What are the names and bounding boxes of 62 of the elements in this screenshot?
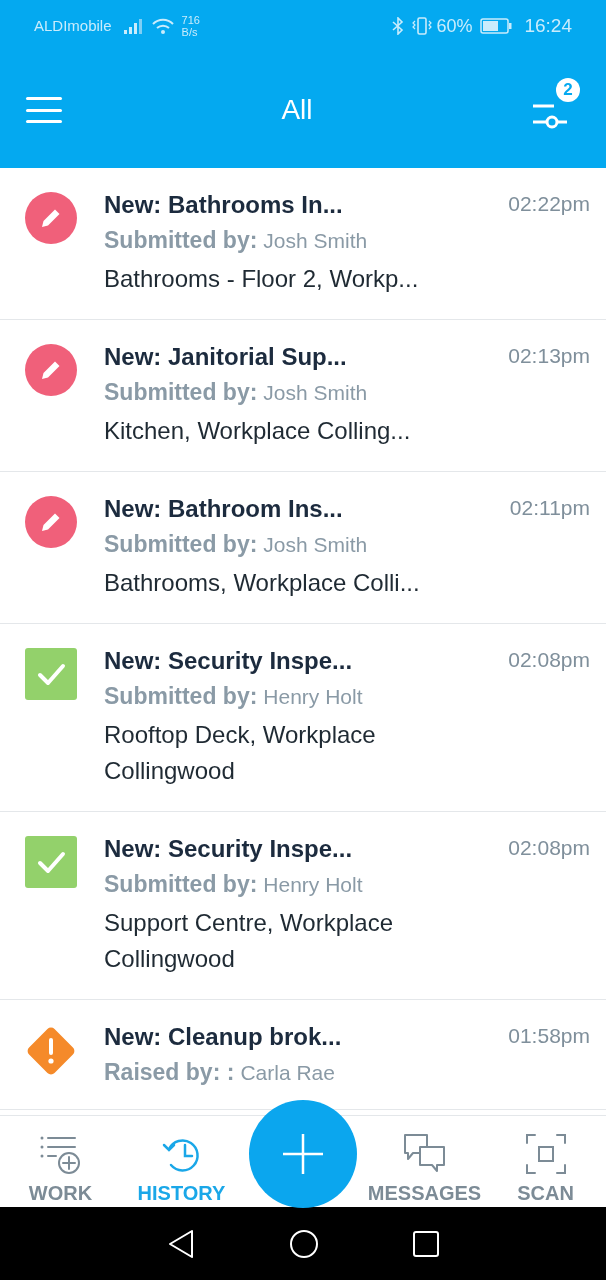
vibrate-icon [412, 17, 433, 35]
clock-time: 16:24 [524, 13, 572, 38]
item-title: New: Bathrooms In... [104, 190, 343, 220]
checkmark-icon [25, 836, 77, 888]
submitter-name: Josh Smith [263, 380, 368, 406]
network-speed: 716 [181, 14, 200, 26]
item-time: 02:11pm [509, 495, 590, 521]
history-item[interactable]: New: Janitorial Sup... 02:13pm Submitted by: Josh Smith Kitchen, Workplace Colling... [0, 320, 606, 472]
history-item[interactable]: New: Bathrooms In... 02:22pm Submitted by: Josh Smith Bathrooms - Floor 2, Workp... [0, 168, 606, 320]
bluetooth-icon [392, 17, 405, 35]
pencil-icon [25, 344, 77, 396]
submitter-name: Josh Smith [263, 532, 368, 558]
nav-tab[interactable]: MESSAGES [364, 1116, 485, 1207]
item-time: 02:22pm [508, 191, 590, 217]
item-title: New: Cleanup brok... [104, 1022, 342, 1052]
item-location: Kitchen, Workplace Colling... [104, 416, 412, 446]
scan-icon [524, 1133, 567, 1175]
item-title: New: Bathroom Ins... [104, 494, 343, 524]
item-time: 02:08pm [508, 647, 590, 673]
history-item[interactable]: New: Security Inspe... 02:08pm Submitted by: Henry Holt Support Centre, Workplace Collingwood [0, 812, 606, 1000]
pencil-icon [25, 496, 77, 548]
item-location: Support Centre, Workplace Collingwood [104, 908, 395, 974]
item-location: Bathrooms - Floor 2, Workp... [104, 264, 420, 294]
submitter-name: Henry Holt [263, 684, 363, 710]
item-location: Rooftop Deck, Workplace Collingwood [104, 720, 377, 786]
pencil-icon [25, 192, 77, 244]
submitter-name: Carla Rae [240, 1060, 335, 1086]
item-title: New: Security Inspe... [104, 834, 353, 864]
signal-icon [123, 18, 144, 34]
filter-count-badge: 2 [556, 78, 580, 102]
list-add-icon [38, 1135, 83, 1175]
speed-unit: B/s [181, 26, 199, 38]
item-title: New: Security Inspe... [104, 646, 353, 676]
submitter-name: Henry Holt [263, 872, 363, 898]
home-icon[interactable] [289, 1228, 319, 1259]
item-time: 02:13pm [508, 343, 590, 369]
submitter-label: Submitted by: [104, 226, 258, 254]
nav-tab[interactable]: WORK [0, 1116, 121, 1207]
checkmark-icon [25, 648, 77, 700]
submitter-label: Submitted by: [104, 682, 258, 710]
nav-tab[interactable]: SCAN [485, 1116, 606, 1207]
history-item[interactable]: New: Bathroom Ins... 02:11pm Submitted by: Josh Smith Bathrooms, Workplace Colli... [0, 472, 606, 624]
item-location: Bathrooms, Workplace Colli... [104, 568, 421, 598]
item-title: New: Janitorial Sup... [104, 342, 347, 372]
submitter-label: Submitted by: [104, 530, 258, 558]
carrier-name: ALDImobile [34, 15, 112, 36]
battery-icon [480, 18, 513, 34]
battery-percent: 60% [436, 14, 473, 38]
chat-bubbles-icon [402, 1133, 447, 1175]
item-time: 01:58pm [508, 1023, 590, 1049]
submitter-name: Josh Smith [263, 228, 368, 254]
menu-icon[interactable] [26, 97, 62, 123]
back-icon[interactable] [167, 1228, 195, 1259]
submitter-label: Submitted by: [104, 870, 258, 898]
plus-icon [282, 1133, 324, 1175]
submitter-label: Raised by: : [104, 1058, 235, 1086]
screen-title: All [281, 93, 313, 127]
recents-icon[interactable] [413, 1230, 439, 1257]
item-time: 02:08pm [508, 835, 590, 861]
submitter-label: Submitted by: [104, 378, 258, 406]
history-item[interactable]: New: Security Inspe... 02:08pm Submitted by: Henry Holt Rooftop Deck, Workplace Collingwood [0, 624, 606, 812]
wifi-icon [151, 18, 174, 34]
